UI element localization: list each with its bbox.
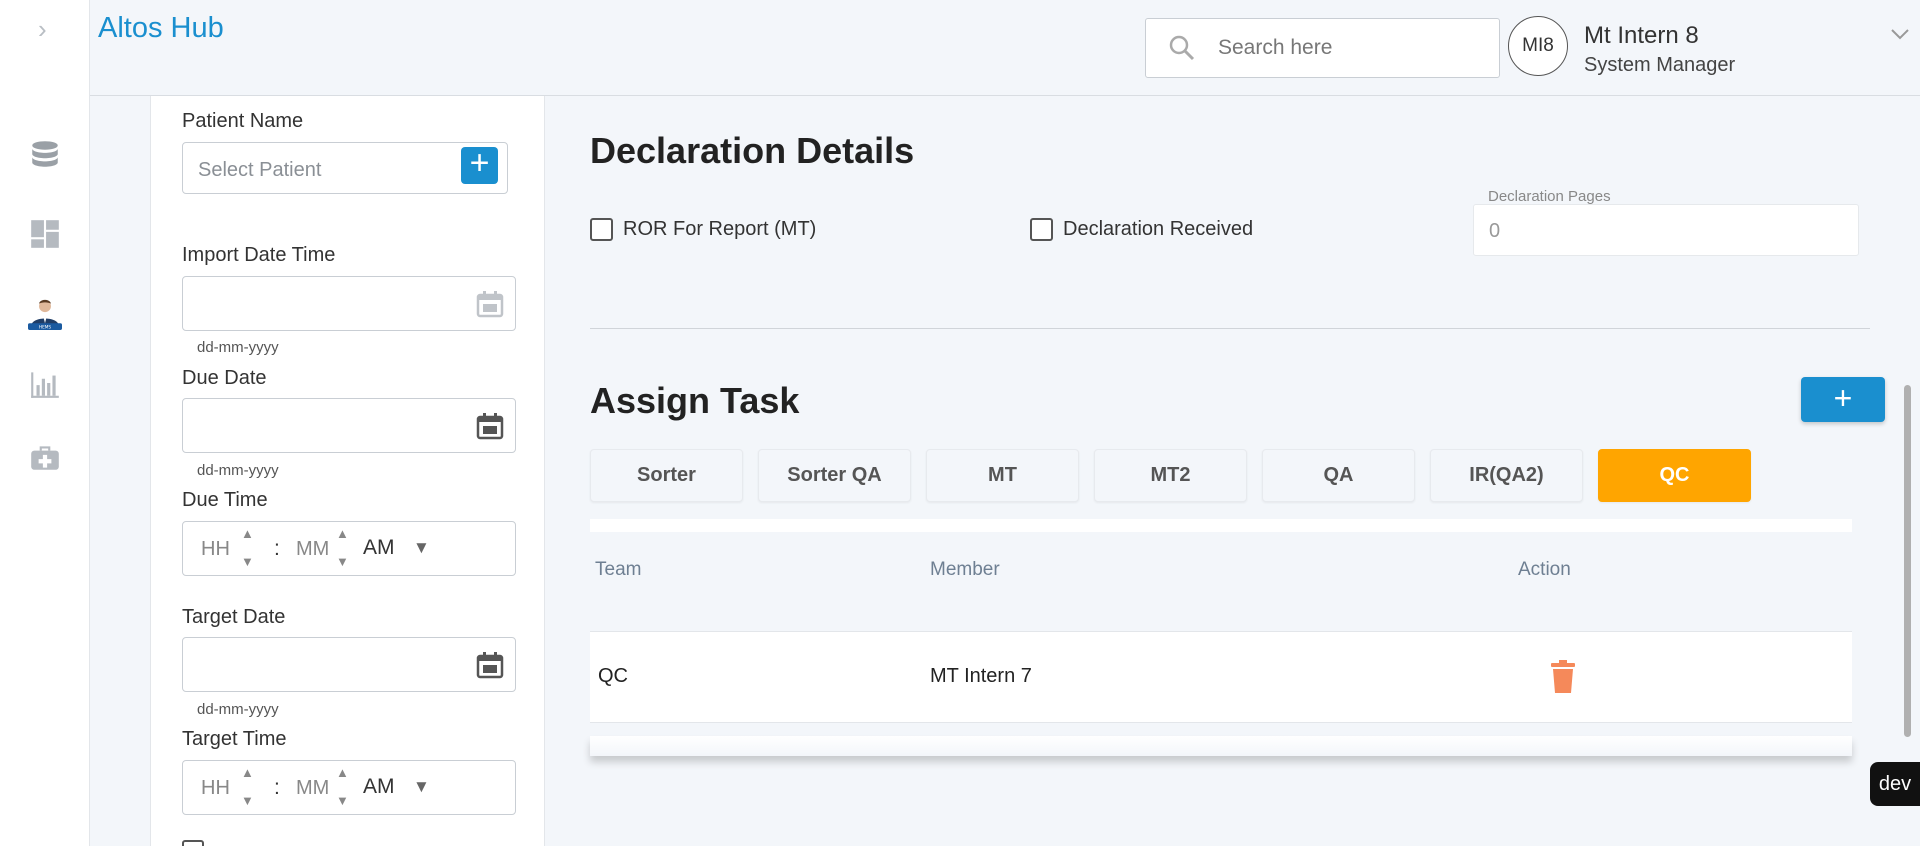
tab-qc[interactable]: QC [1598, 449, 1751, 502]
avatar[interactable]: MI8 [1508, 16, 1568, 76]
target-date-field[interactable] [182, 637, 516, 692]
row-team: QC [598, 665, 628, 687]
target-ampm-select[interactable]: AM [363, 775, 395, 799]
task-form-panel: Patient Name Select Patient + Import Dat… [150, 96, 545, 846]
patient-placeholder: Select Patient [198, 159, 322, 181]
target-date-hint: dd-mm-yyyy [197, 701, 279, 718]
tab-mt2[interactable]: MT2 [1094, 449, 1247, 502]
row-member: MT Intern 7 [930, 665, 1032, 687]
due-time-label: Due Time [182, 489, 268, 511]
tab-sorter-qa[interactable]: Sorter QA [758, 449, 911, 502]
add-patient-button[interactable]: + [461, 146, 498, 184]
minute-up-arrow-icon[interactable]: ▲ [336, 526, 349, 541]
ror-checkbox[interactable] [590, 218, 613, 241]
due-ampm-select[interactable]: AM [363, 536, 395, 560]
search-icon [1169, 35, 1195, 61]
time-separator: : [274, 537, 280, 560]
patient-select[interactable]: Select Patient [182, 142, 508, 194]
import-date-field[interactable] [182, 276, 516, 331]
chevron-down-icon[interactable] [1890, 20, 1910, 46]
column-team: Team [595, 559, 642, 580]
due-hour-input[interactable]: HH [201, 538, 230, 561]
due-date-label: Due Date [182, 367, 267, 389]
hour-down-arrow-icon[interactable]: ▼ [241, 793, 254, 808]
minute-up-arrow-icon[interactable]: ▲ [336, 765, 349, 780]
declaration-pages-value: 0 [1489, 220, 1501, 242]
minute-down-arrow-icon[interactable]: ▼ [336, 554, 349, 569]
ror-label: ROR For Report (MT) [623, 218, 817, 240]
calendar-icon[interactable] [475, 289, 505, 319]
due-date-field[interactable] [182, 398, 516, 453]
top-header: Altos Hub MI8 Mt Intern 8 System Manager [90, 0, 1920, 96]
time-separator: : [274, 776, 280, 799]
ampm-dropdown-icon[interactable]: ▼ [413, 538, 430, 558]
patient-name-label: Patient Name [182, 110, 304, 132]
tab-qa[interactable]: QA [1262, 449, 1415, 502]
minute-down-arrow-icon[interactable]: ▼ [336, 793, 349, 808]
declaration-pages-input[interactable]: 0 [1473, 204, 1859, 256]
main-content: Declaration Details ROR For Report (MT) … [545, 96, 1920, 846]
table-row: QC MT Intern 7 [590, 631, 1852, 723]
page-scrollbar[interactable] [1904, 385, 1911, 737]
target-hour-input[interactable]: HH [201, 777, 230, 800]
table-bottom-edge [590, 736, 1852, 756]
column-action: Action [1518, 559, 1571, 580]
dashboard-icon[interactable] [22, 211, 68, 257]
declaration-title: Declaration Details [590, 130, 915, 171]
hems-avatar-icon[interactable]: HEMS [22, 290, 68, 336]
due-date-hint: dd-mm-yyyy [197, 462, 279, 479]
brand-title[interactable]: Altos Hub [98, 12, 224, 45]
target-time-field[interactable]: HH ▲ ▼ : MM ▲ ▼ AM ▼ [182, 760, 516, 815]
declaration-received-row[interactable]: Declaration Received [1030, 218, 1253, 241]
medical-kit-icon[interactable] [22, 434, 68, 480]
search-box[interactable] [1145, 18, 1500, 78]
declaration-received-checkbox[interactable] [1030, 218, 1053, 241]
tab-ir-qa2[interactable]: IR(QA2) [1430, 449, 1583, 502]
dev-badge[interactable]: dev [1870, 762, 1920, 806]
calendar-icon[interactable] [475, 411, 505, 441]
table-header: Team Member Action [590, 532, 1852, 612]
import-date-hint: dd-mm-yyyy [197, 339, 279, 356]
add-task-button[interactable]: + [1801, 377, 1885, 422]
declaration-received-label: Declaration Received [1063, 218, 1254, 240]
user-role: System Manager [1584, 54, 1736, 76]
target-minute-input[interactable]: MM [296, 777, 329, 800]
ampm-dropdown-icon[interactable]: ▼ [413, 777, 430, 797]
side-rail: › HEMS [0, 0, 90, 846]
tab-mt[interactable]: MT [926, 449, 1079, 502]
section-divider [590, 328, 1870, 329]
tab-sorter[interactable]: Sorter [590, 449, 743, 502]
trash-icon[interactable] [1550, 660, 1576, 694]
hour-up-arrow-icon[interactable]: ▲ [241, 526, 254, 541]
due-minute-input[interactable]: MM [296, 538, 329, 561]
partial-checkbox[interactable] [182, 840, 204, 846]
search-input[interactable] [1218, 36, 1468, 60]
declaration-pages-label: Declaration Pages [1488, 188, 1611, 205]
hour-up-arrow-icon[interactable]: ▲ [241, 765, 254, 780]
bar-chart-icon[interactable] [22, 360, 68, 406]
expand-chevron-icon[interactable]: › [38, 14, 47, 45]
ror-checkbox-row[interactable]: ROR For Report (MT) [590, 218, 816, 241]
import-date-label: Import Date Time [182, 244, 336, 266]
due-time-field[interactable]: HH ▲ ▼ : MM ▲ ▼ AM ▼ [182, 521, 516, 576]
database-icon[interactable] [22, 132, 68, 178]
target-time-label: Target Time [182, 728, 287, 750]
assign-task-title: Assign Task [590, 380, 800, 421]
column-member: Member [930, 559, 1000, 580]
table-top-strip [590, 519, 1852, 532]
hour-down-arrow-icon[interactable]: ▼ [241, 554, 254, 569]
target-date-label: Target Date [182, 606, 286, 628]
svg-text:HEMS: HEMS [39, 325, 52, 330]
user-name: Mt Intern 8 [1584, 22, 1699, 49]
calendar-icon[interactable] [475, 650, 505, 680]
